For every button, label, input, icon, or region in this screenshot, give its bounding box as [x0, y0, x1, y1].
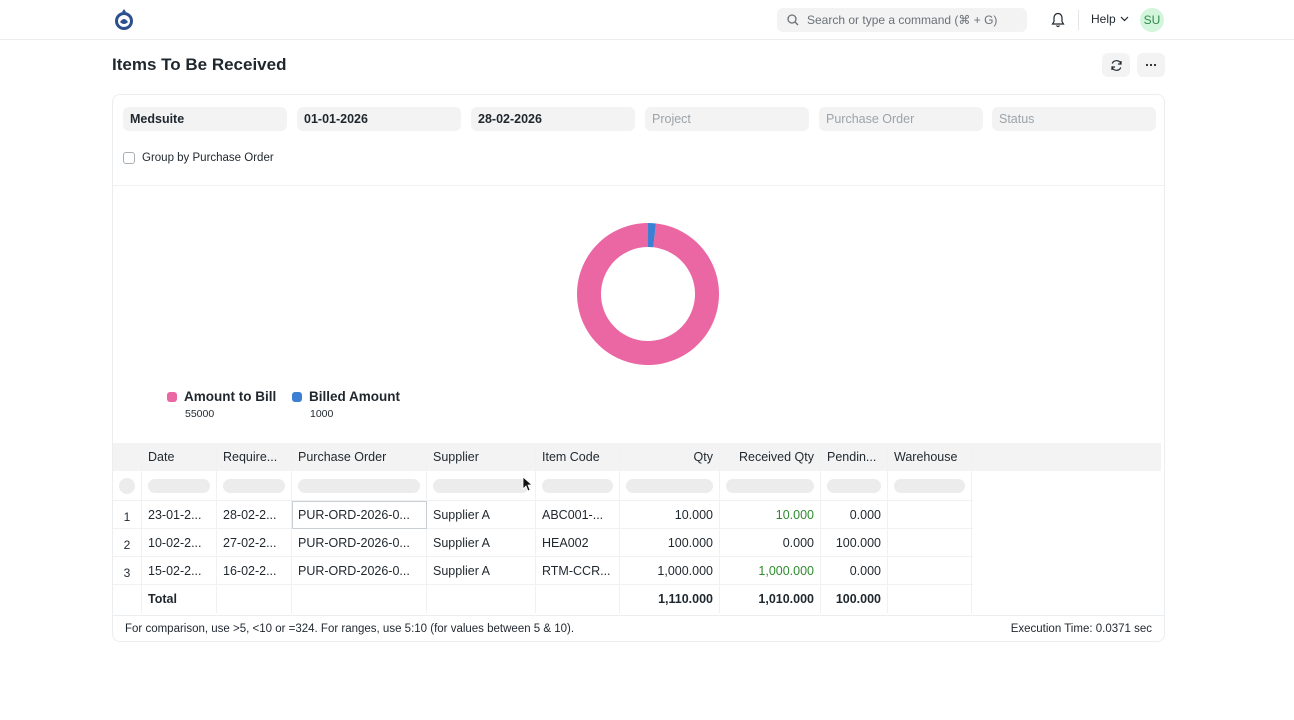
- cell-supplier[interactable]: Supplier A: [427, 501, 536, 529]
- filter-input-qty[interactable]: [620, 471, 720, 501]
- total-empty-warehouse: [888, 585, 972, 613]
- total-rownum: [113, 585, 142, 613]
- report-card: Medsuite 01-01-2026 28-02-2026 Project P…: [112, 94, 1165, 642]
- table-row[interactable]: 1 23-01-2... 28-02-2... PUR-ORD-2026-0..…: [113, 501, 973, 529]
- filter-input-purchase-order[interactable]: [292, 471, 427, 501]
- cell-purchase-order[interactable]: PUR-ORD-2026-0...: [292, 529, 427, 557]
- cell-pending[interactable]: 0.000: [821, 501, 888, 529]
- column-header-purchase-order[interactable]: Purchase Order: [292, 443, 427, 471]
- notification-bell-icon[interactable]: [1051, 12, 1065, 31]
- legend-item-amount-to-bill: Amount to Bill 55000: [167, 389, 276, 420]
- cell-date[interactable]: 23-01-2...: [142, 501, 217, 529]
- app-logo-icon[interactable]: [112, 8, 136, 32]
- cell-received-qty[interactable]: 1,000.000: [720, 557, 821, 585]
- mouse-cursor-icon: [522, 476, 532, 492]
- cell-date[interactable]: 15-02-2...: [142, 557, 217, 585]
- cell-date[interactable]: 10-02-2...: [142, 529, 217, 557]
- help-label: Help: [1091, 12, 1116, 26]
- refresh-button[interactable]: [1102, 53, 1130, 77]
- more-horizontal-icon: [1145, 63, 1157, 67]
- refresh-icon: [1110, 59, 1122, 71]
- column-header-item-code[interactable]: Item Code: [536, 443, 620, 471]
- column-header-qty[interactable]: Qty: [620, 443, 720, 471]
- total-label: Total: [142, 585, 217, 613]
- header-rownum: [113, 443, 142, 471]
- legend-item-billed-amount: Billed Amount 1000: [292, 389, 400, 420]
- execution-time: Execution Time: 0.0371 sec: [1010, 623, 1152, 635]
- filter-input-warehouse[interactable]: [888, 471, 972, 501]
- cell-item-code[interactable]: HEA002: [536, 529, 620, 557]
- cell-received-qty[interactable]: 10.000: [720, 501, 821, 529]
- total-empty-supplier: [427, 585, 536, 613]
- column-header-received-qty[interactable]: Received Qty: [720, 443, 821, 471]
- navbar: Search or type a command (⌘ + G) Help SU: [0, 0, 1294, 40]
- report-footer: For comparison, use >5, <10 or =324. For…: [113, 615, 1164, 642]
- row-number: 2: [113, 529, 142, 557]
- page-title: Items To Be Received: [112, 55, 287, 74]
- total-pending: 100.000: [821, 585, 888, 613]
- chevron-down-icon: [1120, 16, 1129, 22]
- filter-cell-rownum: [113, 471, 142, 501]
- column-header-date[interactable]: Date: [142, 443, 217, 471]
- row-number: 1: [113, 501, 142, 529]
- cell-supplier[interactable]: Supplier A: [427, 529, 536, 557]
- table-filter-row: [113, 471, 973, 501]
- search-icon: [787, 14, 799, 26]
- help-dropdown[interactable]: Help: [1091, 12, 1129, 26]
- cell-required-by[interactable]: 28-02-2...: [217, 501, 292, 529]
- total-qty: 1,110.000: [620, 585, 720, 613]
- legend-swatch-amount-to-bill: [167, 391, 177, 402]
- column-header-pending[interactable]: Pendin...: [821, 443, 888, 471]
- column-header-required-by[interactable]: Require...: [217, 443, 292, 471]
- row-number: 3: [113, 557, 142, 585]
- cell-item-code[interactable]: RTM-CCR...: [536, 557, 620, 585]
- column-header-warehouse[interactable]: Warehouse: [888, 443, 972, 471]
- total-empty-po: [292, 585, 427, 613]
- legend-value-amount-to-bill: 55000: [185, 408, 215, 420]
- cell-item-code[interactable]: ABC001-...: [536, 501, 620, 529]
- filter-hint: For comparison, use >5, <10 or =324. For…: [125, 623, 575, 635]
- cell-warehouse[interactable]: [888, 501, 972, 529]
- filter-input-required-by[interactable]: [217, 471, 292, 501]
- cell-required-by[interactable]: 16-02-2...: [217, 557, 292, 585]
- more-options-button[interactable]: [1137, 53, 1165, 77]
- cell-qty[interactable]: 10.000: [620, 501, 720, 529]
- search-placeholder: Search or type a command (⌘ + G): [807, 13, 998, 27]
- table-row[interactable]: 2 10-02-2... 27-02-2... PUR-ORD-2026-0..…: [113, 529, 973, 557]
- navbar-divider: [1078, 10, 1079, 30]
- cell-received-qty[interactable]: 0.000: [720, 529, 821, 557]
- table-header-row: Date Require... Purchase Order Supplier …: [113, 443, 1161, 471]
- legend-label-billed-amount: Billed Amount: [309, 389, 400, 404]
- user-avatar[interactable]: SU: [1140, 8, 1164, 32]
- filter-input-supplier[interactable]: [427, 471, 536, 501]
- avatar-initials: SU: [1143, 13, 1161, 27]
- cell-supplier[interactable]: Supplier A: [427, 557, 536, 585]
- cell-required-by[interactable]: 27-02-2...: [217, 529, 292, 557]
- cell-warehouse[interactable]: [888, 557, 972, 585]
- legend-label-amount-to-bill: Amount to Bill: [184, 389, 277, 404]
- filter-input-date[interactable]: [142, 471, 217, 501]
- donut-chart: [577, 223, 719, 365]
- total-empty-item: [536, 585, 620, 613]
- filter-input-pending[interactable]: [821, 471, 888, 501]
- table-row[interactable]: 3 15-02-2... 16-02-2... PUR-ORD-2026-0..…: [113, 557, 973, 585]
- legend-value-billed-amount: 1000: [310, 408, 334, 420]
- legend-swatch-billed-amount: [292, 391, 302, 402]
- cell-qty[interactable]: 1,000.000: [620, 557, 720, 585]
- filter-input-received-qty[interactable]: [720, 471, 821, 501]
- cell-purchase-order[interactable]: PUR-ORD-2026-0...: [292, 557, 427, 585]
- cell-warehouse[interactable]: [888, 529, 972, 557]
- filter-input-item-code[interactable]: [536, 471, 620, 501]
- column-header-supplier[interactable]: Supplier: [427, 443, 536, 471]
- search-bar[interactable]: Search or type a command (⌘ + G): [777, 8, 1027, 32]
- cell-pending[interactable]: 100.000: [821, 529, 888, 557]
- total-empty-required: [217, 585, 292, 613]
- total-received-qty: 1,010.000: [720, 585, 821, 613]
- cell-purchase-order[interactable]: PUR-ORD-2026-0...: [292, 501, 427, 529]
- filter-placeholder-rownum: [119, 478, 135, 494]
- cell-pending[interactable]: 0.000: [821, 557, 888, 585]
- cell-qty[interactable]: 100.000: [620, 529, 720, 557]
